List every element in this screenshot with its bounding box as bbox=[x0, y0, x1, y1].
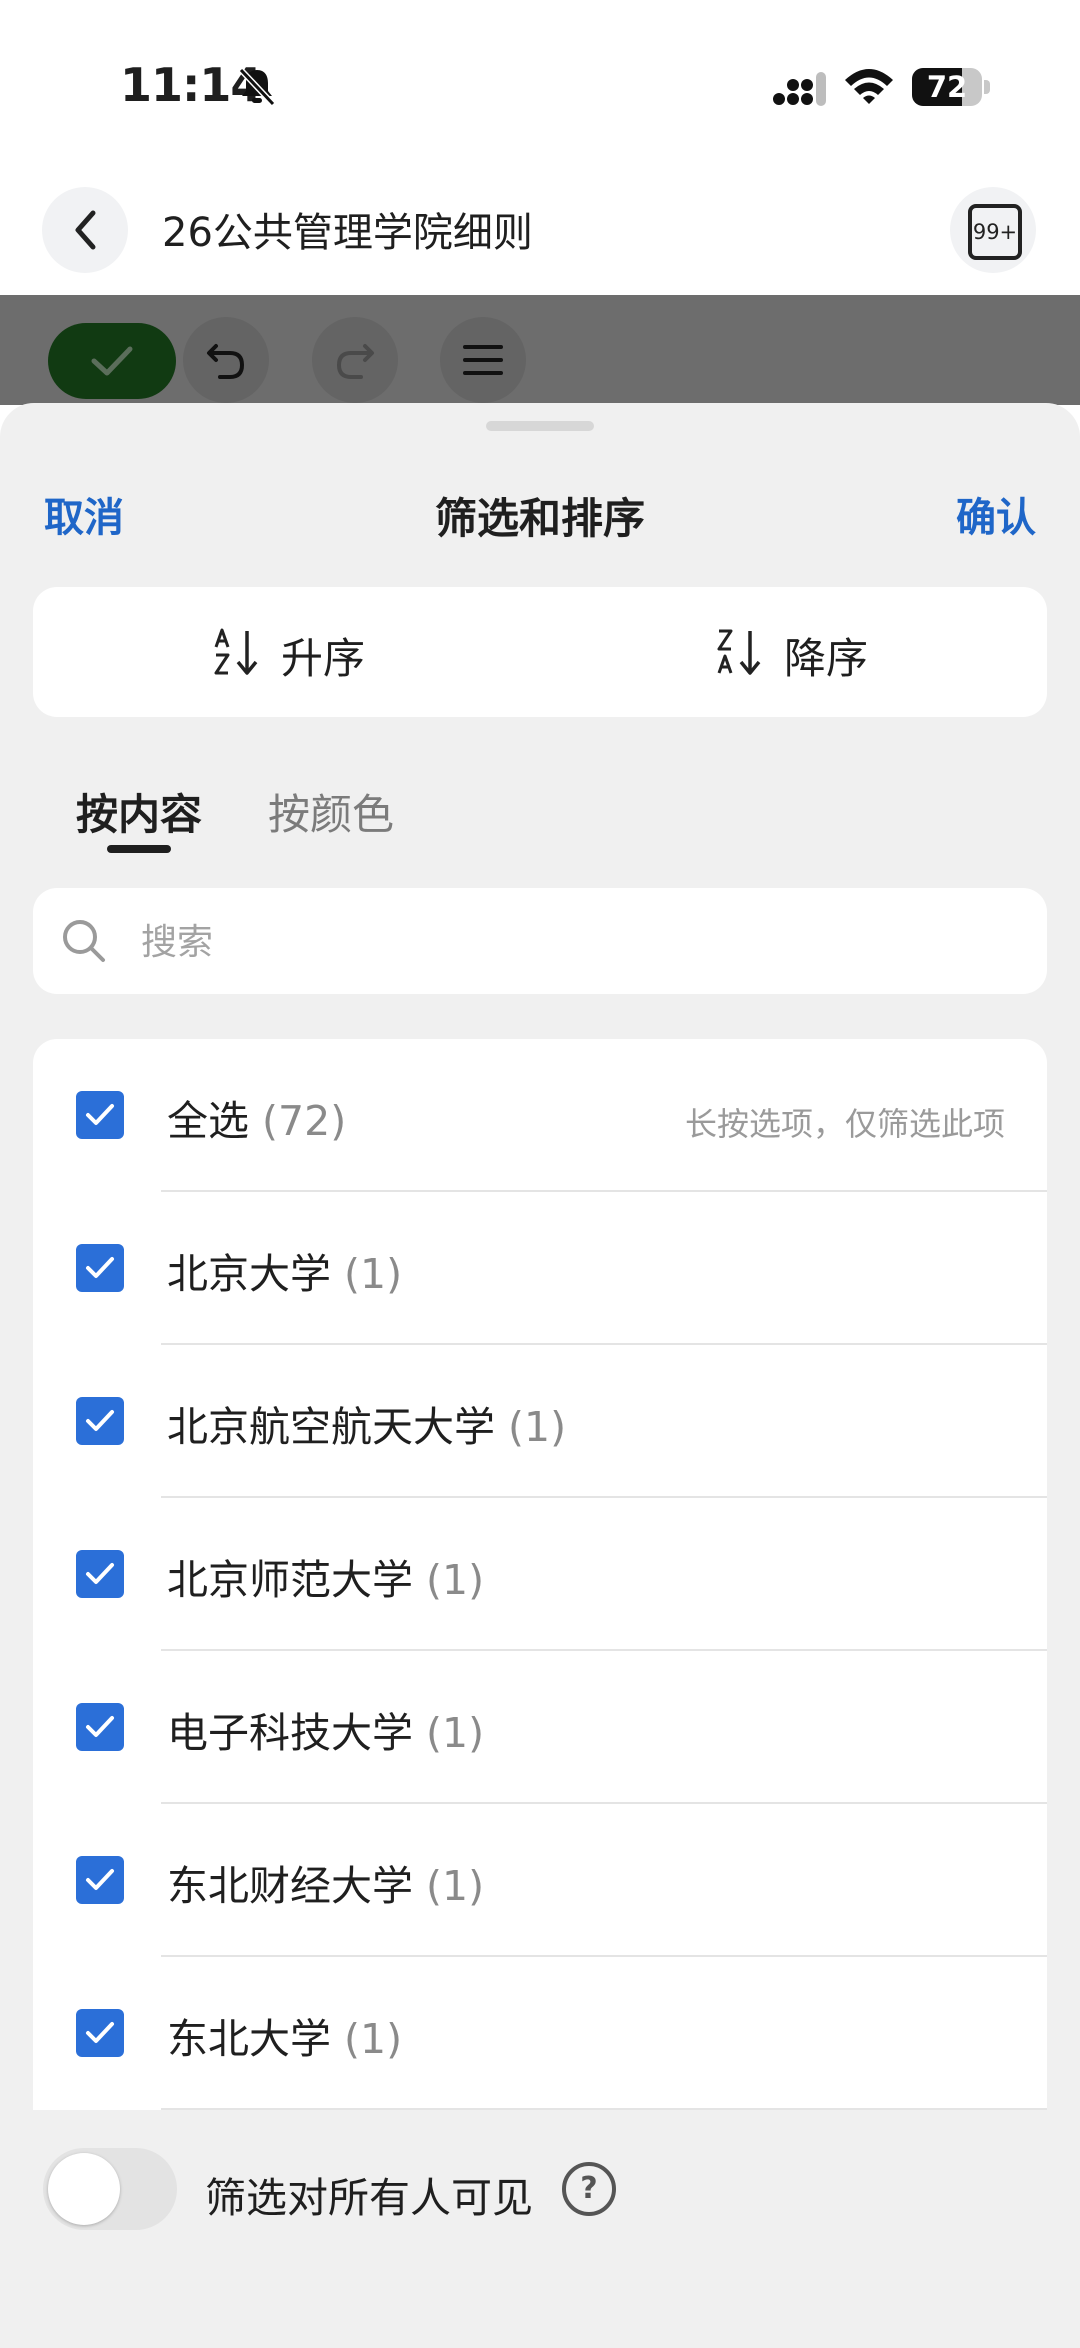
done-button[interactable] bbox=[48, 323, 176, 399]
select-all-label: 全选 (72) bbox=[167, 1097, 347, 1145]
item-label: 北京师范大学 (1) bbox=[167, 1556, 485, 1604]
list-item[interactable]: 电子科技大学 (1) bbox=[33, 1651, 1047, 1804]
list-item[interactable]: 北京师范大学 (1) bbox=[33, 1498, 1047, 1651]
undo-button[interactable] bbox=[183, 317, 269, 403]
filter-value-list: 全选 (72) 长按选项，仅筛选此项 北京大学 (1) 北京航空航天大学 (1)… bbox=[33, 1039, 1047, 2139]
item-label: 电子科技大学 (1) bbox=[167, 1709, 485, 1757]
document-title: 26公共管理学院细则 bbox=[162, 210, 533, 256]
item-checkbox[interactable] bbox=[76, 1703, 124, 1751]
chevron-left-icon bbox=[75, 210, 96, 250]
long-press-hint: 长按选项，仅筛选此项 bbox=[684, 1105, 1005, 1143]
item-checkbox[interactable] bbox=[76, 1856, 124, 1904]
sort-ascending-label: 升序 bbox=[281, 634, 366, 683]
sort-ascending-button[interactable]: 升序 bbox=[33, 587, 540, 717]
item-checkbox[interactable] bbox=[76, 1550, 124, 1598]
select-all-row[interactable]: 全选 (72) 长按选项，仅筛选此项 bbox=[33, 1039, 1047, 1192]
notification-badge: 99+ bbox=[968, 204, 1022, 260]
tab-by-content[interactable]: 按内容 bbox=[76, 781, 202, 842]
redo-icon bbox=[336, 344, 374, 379]
sort-descending-button[interactable]: 降序 bbox=[540, 587, 1047, 717]
check-icon bbox=[86, 1104, 114, 1125]
check-icon bbox=[86, 1257, 114, 1278]
sort-options: 升序 降序 bbox=[33, 587, 1047, 717]
item-label: 东北大学 (1) bbox=[167, 2015, 403, 2063]
check-icon bbox=[86, 2022, 114, 2043]
back-button[interactable] bbox=[42, 187, 128, 273]
signal-icon bbox=[773, 72, 826, 106]
wifi-icon bbox=[845, 69, 893, 104]
visible-to-all-label: 筛选对所有人可见 bbox=[205, 2174, 533, 2222]
list-item[interactable]: 东北大学 (1) bbox=[33, 1957, 1047, 2110]
redo-button[interactable] bbox=[312, 317, 398, 403]
sort-a-z-icon bbox=[214, 628, 258, 675]
help-icon[interactable]: ? bbox=[562, 2162, 616, 2216]
check-icon bbox=[86, 1869, 114, 1890]
search-box bbox=[33, 888, 1047, 994]
status-bar: 11:14 72 bbox=[0, 0, 1080, 175]
menu-icon bbox=[463, 345, 503, 375]
item-label: 北京大学 (1) bbox=[167, 1250, 403, 1298]
check-icon bbox=[86, 1716, 114, 1737]
notifications-button[interactable]: 99+ bbox=[950, 187, 1036, 273]
sort-descending-label: 降序 bbox=[784, 634, 869, 683]
bell-muted-icon bbox=[238, 67, 276, 107]
document-header: 26公共管理学院细则 99+ bbox=[0, 175, 1080, 295]
list-item[interactable]: 东北财经大学 (1) bbox=[33, 1804, 1047, 1957]
item-checkbox[interactable] bbox=[76, 1397, 124, 1445]
check-icon bbox=[86, 1410, 114, 1431]
visible-to-all-toggle[interactable] bbox=[43, 2148, 177, 2230]
tab-by-color[interactable]: 按颜色 bbox=[268, 781, 394, 842]
search-input[interactable] bbox=[139, 912, 1023, 972]
battery-percent: 72 bbox=[926, 70, 968, 104]
list-item[interactable]: 北京大学 (1) bbox=[33, 1192, 1047, 1345]
confirm-button[interactable]: 确认 bbox=[956, 485, 1036, 543]
item-label: 东北财经大学 (1) bbox=[167, 1862, 485, 1910]
check-icon bbox=[86, 1563, 114, 1584]
item-checkbox[interactable] bbox=[76, 1244, 124, 1292]
toggle-knob bbox=[48, 2153, 120, 2225]
search-icon bbox=[63, 920, 105, 962]
list-item[interactable]: 北京航空航天大学 (1) bbox=[33, 1345, 1047, 1498]
menu-button[interactable] bbox=[440, 317, 526, 403]
item-checkbox[interactable] bbox=[76, 2009, 124, 2057]
sheet-drag-handle[interactable] bbox=[486, 421, 594, 431]
filter-sort-sheet: 取消 筛选和排序 确认 升序 降序 按内容 按颜色 搜索 全选 (72) 长按选… bbox=[0, 403, 1080, 2348]
sheet-title: 筛选和排序 bbox=[434, 494, 645, 543]
select-all-count: (72) bbox=[262, 1097, 347, 1145]
check-icon bbox=[91, 346, 133, 376]
item-label: 北京航空航天大学 (1) bbox=[167, 1403, 567, 1451]
editor-toolbar bbox=[0, 295, 1080, 405]
select-all-checkbox[interactable] bbox=[76, 1091, 124, 1139]
undo-icon bbox=[207, 344, 245, 379]
sort-z-a-icon bbox=[717, 629, 761, 675]
battery-indicator: 72 bbox=[912, 68, 990, 106]
active-tab-indicator bbox=[107, 845, 171, 853]
visibility-setting: 筛选对所有人可见 ? bbox=[0, 2110, 1080, 2348]
